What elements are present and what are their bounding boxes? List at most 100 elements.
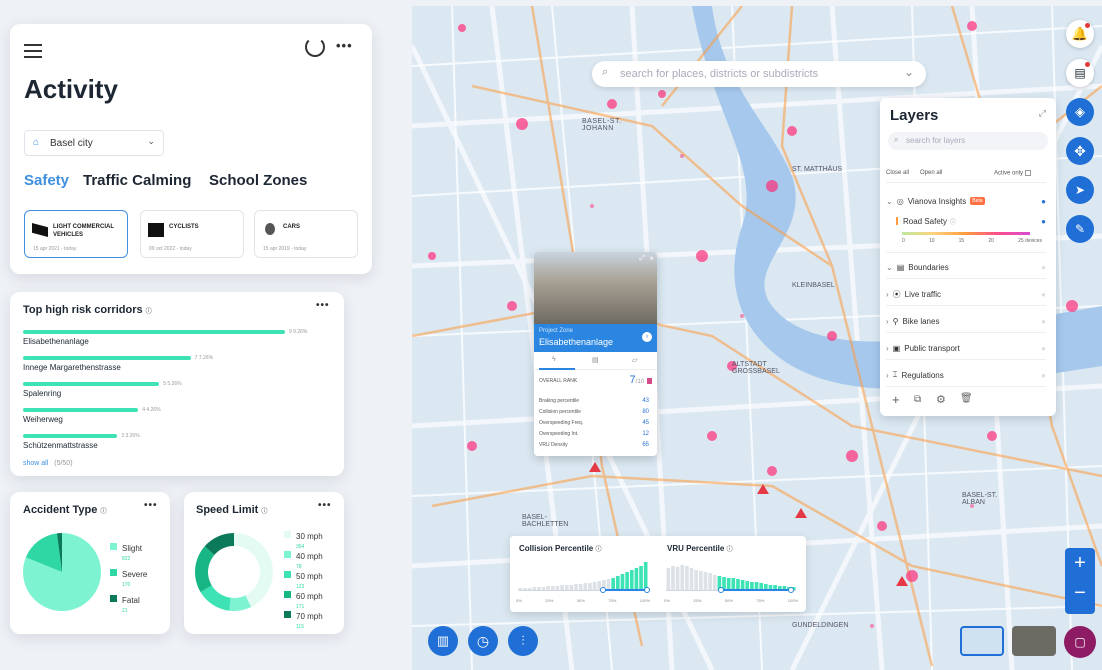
- collision-range-slider[interactable]: [518, 587, 650, 593]
- corridor-bar: [23, 408, 139, 412]
- expand-icon[interactable]: ⤢: [1039, 108, 1046, 119]
- vru-histogram-title: VRU Percentile ⓘ: [667, 544, 733, 553]
- layers-search[interactable]: ⌕ search for layers: [888, 132, 1048, 150]
- chevron-down-icon: ⌄: [147, 136, 155, 146]
- show-all-link[interactable]: show all (5/50): [23, 460, 73, 467]
- search-icon: ⌕: [894, 135, 899, 144]
- home-icon: ⌂: [33, 137, 40, 148]
- map-label: ST. MATTHÄUS: [792, 166, 843, 173]
- trash-icon[interactable]: 🗑: [960, 393, 973, 404]
- cursor-pointer-icon[interactable]: ➤: [1066, 176, 1094, 204]
- histogram-bar: [694, 570, 698, 590]
- chat-support-icon[interactable]: ▢: [1064, 626, 1096, 658]
- active-only-toggle[interactable]: Active only: [994, 170, 1031, 177]
- corridor-label[interactable]: Innege Margarethenstrasse: [23, 363, 121, 372]
- map-label: BASEL-ST. JOHANN: [582, 118, 622, 132]
- map-view[interactable]: BASEL-ST. JOHANN ST. MATTHÄUS KLEINBASEL…: [412, 6, 1102, 670]
- histogram-bar: [689, 568, 694, 590]
- histogram-bar: [625, 572, 629, 590]
- category-cars[interactable]: CARS 15 apr 2019 - today: [254, 210, 358, 258]
- category-cyclists[interactable]: CYCLISTS 09 oct 2022 - today: [140, 210, 244, 258]
- arrow-right-icon[interactable]: ›: [642, 332, 652, 342]
- columns-icon[interactable]: ▥: [428, 626, 458, 656]
- messages-icon[interactable]: ▤: [1066, 59, 1094, 87]
- more-icon[interactable]: •••: [336, 38, 353, 53]
- tab-list-icon[interactable]: ▤: [592, 356, 599, 364]
- category-name: CARS: [283, 224, 301, 230]
- open-all-button[interactable]: Open all: [920, 170, 942, 176]
- histogram-bar: [685, 566, 689, 590]
- corridors-more-icon[interactable]: •••: [316, 300, 330, 311]
- accident-more-icon[interactable]: •••: [144, 500, 158, 511]
- layer-group-live-traffic[interactable]: › ⦿ Live traffic ●: [886, 283, 1046, 305]
- histogram-panel: Collision Percentile ⓘ VRU Percentile ⓘ …: [510, 536, 806, 612]
- layer-group-public-transport[interactable]: › ▣ Public transport ●: [886, 337, 1046, 359]
- zone-label: Project Zone: [539, 328, 574, 334]
- add-layer-icon[interactable]: +: [892, 392, 900, 407]
- map-label: ALTSTADT GROSSBASEL: [732, 361, 780, 375]
- accident-type-title: Accident Type ⓘ: [23, 504, 107, 516]
- histogram-bar: [708, 573, 712, 590]
- histogram-bar: [583, 583, 588, 590]
- popup-metric-row: Overspeeding Freq. 45: [539, 420, 649, 426]
- corridor-bar: [23, 356, 191, 360]
- pencil-icon[interactable]: ✎: [1066, 215, 1094, 243]
- map-search[interactable]: ⌕ search for places, districts or subdis…: [592, 61, 926, 87]
- corridor-label[interactable]: Elisabethenanlage: [23, 337, 89, 346]
- expand-icon[interactable]: ⤢: [639, 255, 645, 263]
- city-select[interactable]: ⌂ Basel city ⌄: [24, 130, 164, 156]
- layers-stack-icon[interactable]: ◈: [1066, 98, 1094, 126]
- legend-swatch: [284, 551, 291, 559]
- bike-icon: ⚲: [892, 316, 899, 326]
- layer-group-vianova[interactable]: ⌄ ◎ Vianova Insights Beta ●: [886, 190, 1046, 212]
- speed-limit-card: Speed Limit ⓘ ••• 30 mph 364 40 mph 78 50 mp…: [184, 492, 344, 634]
- search-placeholder: search for places, districts or subdistr…: [620, 68, 819, 80]
- close-all-button[interactable]: Close all: [886, 170, 909, 176]
- category-light-commercial[interactable]: LIGHT COMMERCIAL VEHICLES 15 apr 2021 - t…: [24, 210, 128, 258]
- corridor-value: 7 7.26%: [194, 355, 214, 361]
- city-label: Basel city: [50, 138, 93, 149]
- regulations-icon: ⌶: [892, 370, 898, 379]
- corridor-label[interactable]: Spalenring: [23, 389, 61, 398]
- zoom-out-button[interactable]: −: [1065, 582, 1095, 605]
- close-icon[interactable]: ×: [649, 254, 654, 263]
- chart-slice: [195, 546, 215, 593]
- corridor-value: 5 5.26%: [163, 381, 182, 387]
- speed-limit-title: Speed Limit ⓘ: [196, 504, 268, 516]
- legend-swatch: [284, 611, 291, 619]
- histogram-bar: [634, 568, 639, 590]
- layer-group-regulations[interactable]: › ⌶ Regulations ●: [886, 364, 1046, 386]
- corridor-bar: [23, 330, 285, 334]
- zone-header[interactable]: Project Zone Elisabethenanlage ›: [534, 324, 657, 352]
- clock-icon[interactable]: ◷: [468, 626, 498, 656]
- corridor-label[interactable]: Weiherweg: [23, 415, 63, 424]
- tab-pulse-icon[interactable]: ϟ: [552, 356, 556, 363]
- layer-road-safety[interactable]: Road Safety ⓘ ●: [896, 210, 1046, 232]
- basemap-satellite-thumbnail[interactable]: [1012, 626, 1056, 656]
- move-arrows-icon[interactable]: ✥: [1066, 137, 1094, 165]
- corridor-value: 9 9.26%: [289, 329, 308, 335]
- collision-histogram-title: Collision Percentile ⓘ: [519, 544, 602, 553]
- notifications-bell-icon[interactable]: 🔔: [1066, 20, 1094, 48]
- legend-item: Severe 170: [110, 564, 147, 588]
- menu-icon[interactable]: [24, 40, 42, 62]
- sliders-icon[interactable]: ⫶: [508, 626, 538, 656]
- layer-group-boundaries[interactable]: ⌄ ▤ Boundaries ●: [886, 256, 1046, 278]
- beta-badge: Beta: [970, 197, 985, 205]
- histogram-bar: [671, 566, 675, 590]
- settings-gear-icon[interactable]: ⚙: [936, 393, 946, 406]
- tab-safety[interactable]: Safety: [24, 172, 69, 189]
- refresh-icon[interactable]: [305, 37, 325, 57]
- tab-traffic-calming[interactable]: Traffic Calming: [83, 172, 191, 189]
- vru-range-slider[interactable]: [666, 587, 796, 593]
- speed-more-icon[interactable]: •••: [318, 500, 332, 511]
- layer-group-bike-lanes[interactable]: › ⚲ Bike lanes ●: [886, 310, 1046, 332]
- corridor-label[interactable]: Schützenmattstrasse: [23, 441, 98, 450]
- tab-chat-icon[interactable]: ▱: [632, 356, 637, 364]
- tab-school-zones[interactable]: School Zones: [209, 172, 307, 189]
- zoom-in-button[interactable]: +: [1065, 552, 1095, 575]
- basemap-light-thumbnail[interactable]: [960, 626, 1004, 656]
- zoom-controls: + −: [1065, 548, 1095, 614]
- collision-histogram: [518, 562, 648, 590]
- copy-icon[interactable]: ⧉: [914, 394, 921, 405]
